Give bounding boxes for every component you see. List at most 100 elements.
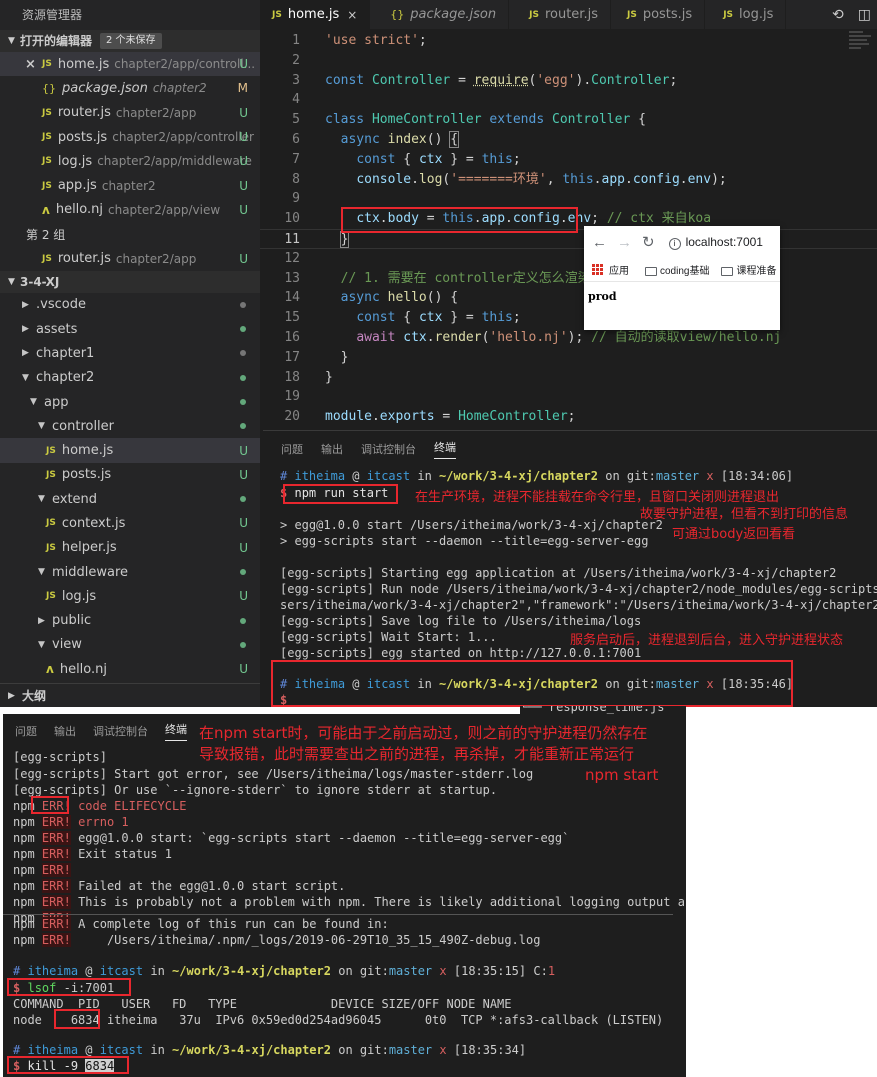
file-path: chapter2/app/controll... (114, 57, 256, 72)
js-file-icon: JS (723, 9, 734, 20)
tree-file-context-js[interactable]: JS context.js U (0, 511, 260, 535)
tab-log-js[interactable]: JS log.js (705, 0, 787, 29)
file-path: chapter2 (152, 81, 207, 96)
tree-folder-public[interactable]: ▶ public (0, 609, 260, 633)
code-line: 15 const { ctx } = this; (284, 310, 521, 326)
open-editor-app-js[interactable]: JS app.js chapter2 U (0, 173, 260, 197)
explorer-title: 资源管理器 (22, 8, 83, 22)
open-editor-posts-js[interactable]: JS posts.js chapter2/app/controller U (0, 125, 260, 149)
open-editor-log-js[interactable]: JS log.js chapter2/app/middleware U (0, 149, 260, 173)
forward-arrow-icon[interactable]: → (617, 234, 632, 251)
terminal-line: [egg-scripts] Run node /Users/itheima/wo… (280, 582, 877, 596)
file-name: router.js (57, 251, 111, 267)
tab-router-js[interactable]: JS router.js (509, 0, 611, 29)
open-editor-home-js[interactable]: × JS home.js chapter2/app/controll... U (0, 52, 260, 77)
code-line: 14 async hello() { (284, 290, 459, 306)
tree-folder-assets[interactable]: ▶ assets (0, 317, 260, 341)
bookmarks-bar: 应用 coding基础 课程准备 (584, 258, 780, 282)
code-line: 4 (292, 92, 300, 108)
project-header[interactable]: ▼ 3-4-XJ (0, 270, 260, 293)
close-icon[interactable]: × (347, 8, 357, 22)
outline-section-header[interactable]: ▶ 大纲 (0, 683, 260, 707)
compare-changes-icon[interactable]: ⟲ (832, 7, 844, 23)
tab-output[interactable]: 输出 (54, 723, 76, 739)
status-dot (240, 350, 246, 357)
js-file-icon: JS (46, 445, 56, 456)
status-dot (240, 617, 246, 624)
highlight-box (271, 660, 793, 707)
nunjucks-file-icon: ʌ (46, 662, 54, 677)
page-body-text: prod (588, 290, 617, 303)
tree-file-posts-js[interactable]: JS posts.js U (0, 463, 260, 487)
js-file-icon: JS (42, 107, 52, 118)
js-file-icon: JS (272, 9, 282, 20)
tree-folder-middleware[interactable]: ▼ middleware (0, 560, 260, 584)
js-file-icon: JS (42, 253, 52, 264)
tree-folder-app[interactable]: ▼ app (0, 390, 260, 414)
divider (3, 914, 673, 915)
bookmark-apps[interactable]: 应用 (609, 262, 629, 277)
terminal-line: > egg@1.0.0 start /Users/itheima/work/3-… (280, 518, 663, 532)
status-dot (240, 641, 246, 648)
annotation: 在npm start时，可能由于之前启动过，则之前的守护进程仍然存在 (199, 724, 648, 742)
tab-debug-console[interactable]: 调试控制台 (93, 723, 148, 739)
code-line: 17 } (284, 349, 349, 365)
code-line: 20 module.exports = HomeController; (284, 409, 576, 425)
tree-file-home-js[interactable]: JS home.js U (0, 438, 260, 463)
vscode-window: 资源管理器 ▼ 打开的编辑器 2 个未保存 × JS home.js chapt… (0, 0, 877, 707)
tree-folder-extend[interactable]: ▼ extend (0, 487, 260, 511)
js-file-icon: JS (529, 9, 539, 20)
git-status: U (239, 130, 248, 145)
npm-err-line: npm ERR! Failed at the egg@1.0.0 start s… (13, 879, 346, 893)
annotation: 可通过body返回看看 (672, 527, 796, 542)
split-editor-icon[interactable]: ◫ (858, 7, 871, 23)
project-label: 3-4-XJ (20, 274, 60, 289)
npm-err-line: npm ERR! /Users/itheima/.npm/_logs/2019-… (13, 933, 541, 947)
tab-posts-js[interactable]: JS posts.js (611, 0, 706, 29)
close-icon[interactable]: × (25, 57, 36, 72)
info-icon: i (668, 237, 681, 250)
tab-problems[interactable]: 问题 (15, 723, 37, 739)
highlight-box (54, 1009, 100, 1029)
tree-file-helper-js[interactable]: JS helper.js U (0, 536, 260, 560)
open-editor-package-json[interactable]: {} package.json chapter2 M (0, 76, 260, 100)
unsaved-badge: 2 个未保存 (100, 33, 162, 49)
nunjucks-file-icon: ʌ (42, 202, 50, 217)
tree-folder-view[interactable]: ▼ view (0, 633, 260, 657)
open-editors-header[interactable]: ▼ 打开的编辑器 2 个未保存 (0, 30, 260, 52)
tree-folder-vscode[interactable]: ▶ .vscode (0, 293, 260, 317)
terminal-line: [egg-scripts] Starting egg application a… (280, 566, 837, 580)
address-bar[interactable]: i localhost:7001 (668, 235, 763, 250)
tab-home-js[interactable]: JS home.js × (260, 0, 371, 29)
highlight-box (31, 796, 69, 814)
status-dot (240, 569, 246, 576)
minimap[interactable] (847, 29, 877, 89)
reload-icon[interactable]: ↻ (642, 233, 655, 251)
file-name: router.js (57, 105, 111, 121)
lsof-row: node 6834 itheima 37u IPv6 0x59ed0d254ad… (13, 1013, 664, 1027)
bookmark-coding[interactable]: coding基础 (645, 262, 709, 277)
tree-file-hello-nj[interactable]: ʌ hello.nj U (0, 657, 260, 681)
file-path: chapter2/app (115, 105, 197, 120)
tab-terminal[interactable]: 终端 (165, 721, 187, 741)
open-editor-hello-nj[interactable]: ʌ hello.nj chapter2/app/view U (0, 198, 260, 222)
prompt-line: # itheima @ itcast in ~/work/3-4-xj/chap… (280, 469, 794, 483)
editor-tabs: JS home.js × {} package.json JS router.j… (260, 0, 877, 29)
apps-grid-icon[interactable] (592, 264, 603, 275)
tree-folder-chapter1[interactable]: ▶ chapter1 (0, 341, 260, 365)
tree-folder-controller[interactable]: ▼ controller (0, 414, 260, 438)
tree-folder-chapter2[interactable]: ▼ chapter2 (0, 366, 260, 390)
status-dot (240, 423, 246, 430)
tab-label: log.js (739, 7, 774, 22)
folder-icon (645, 266, 657, 276)
code-editor[interactable]: 1'use strict'; 2 3 const Controller = req… (260, 29, 877, 430)
folder-icon (721, 266, 734, 276)
chevron-down-icon: ▼ (38, 494, 45, 505)
tab-package-json[interactable]: {} package.json (370, 0, 510, 29)
open-editor-group2-router-js[interactable]: JS router.js chapter2/app U (0, 246, 260, 270)
explorer-sidebar: 资源管理器 ▼ 打开的编辑器 2 个未保存 × JS home.js chapt… (0, 0, 260, 707)
bookmark-course[interactable]: 课程准备 (721, 262, 776, 277)
back-arrow-icon[interactable]: ← (592, 234, 607, 251)
open-editor-router-js[interactable]: JS router.js chapter2/app U (0, 101, 260, 125)
tree-file-log-js[interactable]: JS log.js U (0, 584, 260, 608)
